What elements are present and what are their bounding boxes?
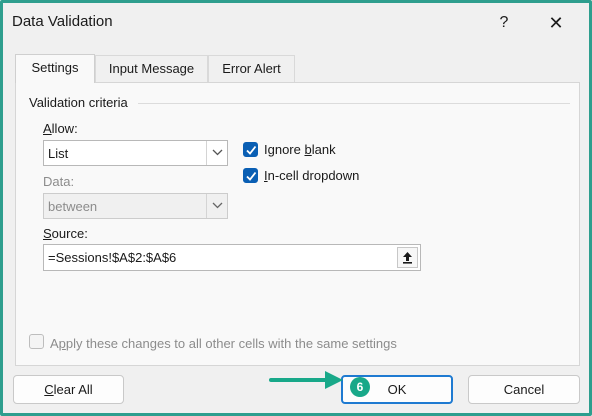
- step-number-badge: 6: [350, 377, 370, 397]
- help-button[interactable]: ?: [492, 11, 516, 35]
- allow-label: Allow:: [43, 121, 78, 136]
- data-label: Data:: [43, 174, 75, 189]
- chevron-down-icon: [212, 149, 223, 156]
- in-cell-dropdown-checkbox[interactable]: [243, 168, 258, 183]
- ignore-blank-checkbox[interactable]: [243, 142, 258, 157]
- allow-value: List: [48, 146, 69, 161]
- in-cell-dropdown-label[interactable]: In-cell dropdown: [264, 168, 359, 183]
- annotation-arrow-icon: [269, 371, 343, 389]
- tab-error-alert[interactable]: Error Alert: [208, 55, 295, 82]
- source-label: Source:: [43, 226, 88, 241]
- title-bar: Data Validation ? ✕: [3, 3, 589, 43]
- settings-panel: Validation criteria Allow: List Data: be…: [15, 82, 580, 366]
- tab-input-message[interactable]: Input Message: [95, 55, 208, 82]
- data-value: between: [48, 199, 98, 214]
- allow-dropdown-arrow[interactable]: [206, 141, 227, 165]
- tab-settings[interactable]: Settings: [15, 54, 95, 83]
- source-value: =Sessions!$A$2:$A$6: [48, 250, 177, 265]
- data-dropdown: between: [43, 193, 228, 219]
- chevron-down-icon: [212, 202, 223, 209]
- data-validation-dialog: Data Validation ? ✕ Settings Input Messa…: [0, 0, 592, 416]
- checkmark-icon: [246, 145, 257, 155]
- close-button[interactable]: ✕: [544, 11, 568, 35]
- apply-all-checkbox: [29, 334, 44, 349]
- apply-all-label: Apply these changes to all other cells w…: [50, 336, 397, 351]
- data-dropdown-arrow: [206, 194, 227, 218]
- collapse-dialog-button[interactable]: [397, 247, 418, 268]
- dialog-title: Data Validation: [12, 13, 113, 30]
- ignore-blank-label[interactable]: Ignore blank: [264, 142, 336, 157]
- validation-criteria-label: Validation criteria: [29, 95, 128, 110]
- source-input[interactable]: =Sessions!$A$2:$A$6: [43, 244, 421, 271]
- allow-dropdown[interactable]: List: [43, 140, 228, 166]
- checkmark-icon: [246, 171, 257, 181]
- cancel-button[interactable]: Cancel: [468, 375, 580, 404]
- clear-all-button[interactable]: Clear All: [13, 375, 124, 404]
- upload-arrow-icon: [403, 252, 412, 264]
- group-divider: [138, 103, 570, 104]
